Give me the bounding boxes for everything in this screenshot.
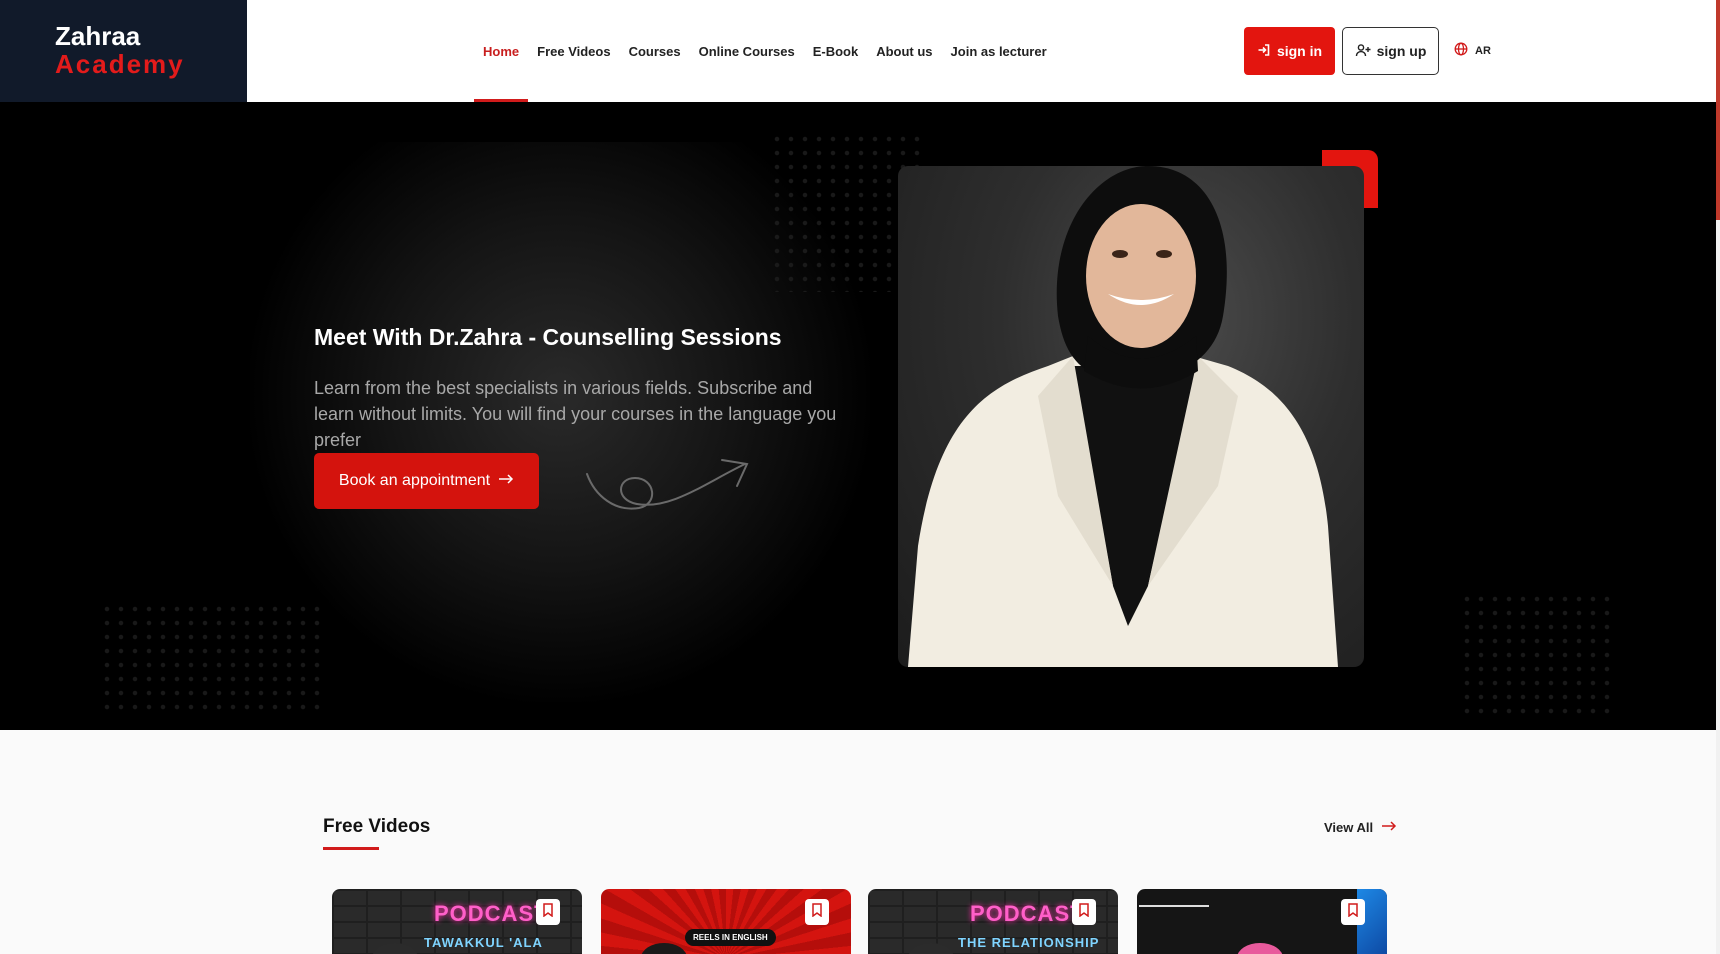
bookmark-button[interactable] <box>536 899 560 925</box>
card-subheading: TAWAKKUL 'ALA <box>424 935 543 950</box>
bookmark-icon <box>542 902 554 922</box>
card-subheading: REELS IN ENGLISH <box>685 929 776 946</box>
hero-description: Learn from the best specialists in vario… <box>314 378 837 450</box>
arrow-right-icon <box>498 472 514 490</box>
video-card[interactable] <box>1137 889 1387 954</box>
section-title-underline <box>323 847 379 850</box>
decorative-dots <box>100 602 320 712</box>
card-heading: PODCAST <box>970 901 1085 926</box>
globe-icon <box>1454 42 1468 59</box>
nav-about-us[interactable]: About us <box>867 0 941 102</box>
scrollbar-thumb[interactable] <box>1716 0 1720 220</box>
video-card[interactable]: PODCAST TAWAKKUL 'ALA <box>332 889 582 954</box>
arrow-right-icon <box>1381 820 1397 835</box>
bookmark-icon <box>1347 902 1359 922</box>
free-videos-title: Free Videos <box>323 816 431 837</box>
language-label: AR <box>1475 44 1491 57</box>
card-thumbnail-person <box>372 943 418 954</box>
bookmark-button[interactable] <box>1072 899 1096 925</box>
nav-join-as-lecturer[interactable]: Join as lecturer <box>942 0 1056 102</box>
sign-in-label: sign in <box>1276 43 1323 59</box>
nav-online-courses[interactable]: Online Courses <box>690 0 804 102</box>
nav-courses[interactable]: Courses <box>620 0 690 102</box>
sign-up-button[interactable]: sign up <box>1342 27 1439 75</box>
sign-up-label: sign up <box>1376 43 1427 59</box>
instructor-photo <box>898 166 1364 667</box>
bookmark-button[interactable] <box>1341 899 1365 925</box>
view-all-label: View All <box>1324 820 1374 835</box>
card-thumbnail-person <box>908 943 954 954</box>
book-appointment-button[interactable]: Book an appointment <box>314 453 539 509</box>
video-card[interactable]: REELS IN ENGLISH <box>601 889 851 954</box>
language-switcher[interactable]: AR <box>1454 42 1491 59</box>
sign-in-button[interactable]: sign in <box>1244 27 1335 75</box>
book-appointment-label: Book an appointment <box>338 472 491 489</box>
decorative-arrow-icon <box>582 452 752 527</box>
card-thumbnail-person <box>641 943 687 954</box>
sign-in-icon <box>1257 43 1271 60</box>
user-plus-icon <box>1355 43 1371 60</box>
logo-line-1: Zahraa <box>55 21 141 51</box>
bookmark-icon <box>1078 902 1090 922</box>
card-heading: PODCAST <box>434 901 549 926</box>
nav-free-videos[interactable]: Free Videos <box>528 0 619 102</box>
logo[interactable]: Zahraa Academy <box>0 0 247 102</box>
card-decoration-line <box>1139 905 1209 907</box>
view-all-link[interactable]: View All <box>1324 820 1397 835</box>
logo-line-2: Academy <box>55 49 185 79</box>
decorative-dots <box>1460 592 1610 722</box>
hero-title: Meet With Dr.Zahra - Counselling Session… <box>314 324 782 350</box>
main-nav: Home Free Videos Courses Online Courses … <box>474 0 1056 102</box>
bookmark-button[interactable] <box>805 899 829 925</box>
site-header: Zahraa Academy Home Free Videos Courses … <box>0 0 1716 102</box>
card-thumbnail-person <box>1237 943 1283 954</box>
video-card[interactable]: PODCAST THE RELATIONSHIP <box>868 889 1118 954</box>
card-subheading: THE RELATIONSHIP <box>958 935 1100 950</box>
bookmark-icon <box>811 902 823 922</box>
nav-e-book[interactable]: E-Book <box>804 0 868 102</box>
hero-section: Meet With Dr.Zahra - Counselling Session… <box>0 102 1716 730</box>
nav-home[interactable]: Home <box>474 0 529 102</box>
page: Zahraa Academy Home Free Videos Courses … <box>0 0 1720 954</box>
